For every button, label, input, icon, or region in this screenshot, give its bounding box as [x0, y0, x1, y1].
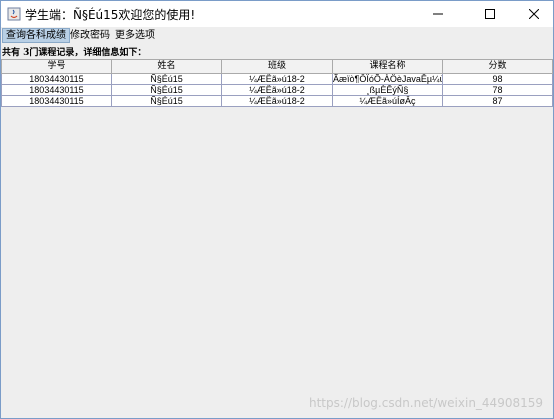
- cell-score[interactable]: 78: [443, 85, 553, 96]
- cell-class[interactable]: ¼ÆËã»ú18-2: [222, 96, 333, 107]
- menu-item-change-password[interactable]: 修改密码: [67, 28, 113, 43]
- record-summary: 共有 3门课程记录，详细信息如下：: [2, 48, 147, 58]
- table-row[interactable]: 18034430115 Ñ§Éú15 ¼ÆËã»ú18-2 Ãæïò¶ÔÏóÕ-…: [1, 74, 553, 85]
- cell-score[interactable]: 98: [443, 74, 553, 85]
- column-header-course[interactable]: 课程名称: [333, 59, 443, 74]
- cell-class[interactable]: ¼ÆËã»ú18-2: [222, 74, 333, 85]
- cell-course[interactable]: ¼ÆËã»úÍøÂç: [333, 96, 443, 107]
- cell-class[interactable]: ¼ÆËã»ú18-2: [222, 85, 333, 96]
- minimize-icon: [433, 13, 443, 15]
- column-header-class[interactable]: 班级: [222, 59, 333, 74]
- grades-table: 学号 姓名 班级 课程名称 分数 18034430115 Ñ§Éú15 ¼ÆËã…: [1, 59, 553, 107]
- column-header-name[interactable]: 姓名: [112, 59, 222, 74]
- title-bar[interactable]: 学生端：Ñ§Éú15欢迎您的使用!: [1, 1, 553, 27]
- minimize-button[interactable]: [415, 1, 461, 27]
- watermark-url: https://blog.csdn.net/weixin_44908159: [308, 396, 543, 410]
- table-row[interactable]: 18034430115 Ñ§Éú15 ¼ÆËã»ú18-2 ¼ÆËã»úÍøÂç…: [1, 96, 553, 107]
- menu-item-more-options[interactable]: 更多选项: [112, 28, 158, 43]
- cell-student-id[interactable]: 18034430115: [1, 96, 112, 107]
- window-title: 学生端：Ñ§Éú15欢迎您的使用!: [25, 8, 196, 22]
- cell-course[interactable]: Ãæïò¶ÔÏóÕ-ÀÖèJavaÊµ¼ù: [333, 74, 443, 85]
- menu-bar: 查询各科成绩 修改密码 更多选项: [1, 27, 553, 44]
- java-app-icon: [7, 7, 21, 21]
- table-header: 学号 姓名 班级 课程名称 分数: [1, 59, 553, 74]
- maximize-icon: [485, 9, 495, 19]
- table-row[interactable]: 18034430115 Ñ§Éú15 ¼ÆËã»ú18-2 ¸ßµÈÊýÑ§ 7…: [1, 85, 553, 96]
- close-button[interactable]: [511, 1, 554, 27]
- column-header-student-id[interactable]: 学号: [1, 59, 112, 74]
- app-window: 学生端：Ñ§Éú15欢迎您的使用! 查询各科成绩 修改密码 更多选项 共有 3门…: [0, 0, 554, 419]
- cell-name[interactable]: Ñ§Éú15: [112, 96, 222, 107]
- cell-score[interactable]: 87: [443, 96, 553, 107]
- cell-student-id[interactable]: 18034430115: [1, 74, 112, 85]
- close-icon: [529, 9, 539, 19]
- cell-student-id[interactable]: 18034430115: [1, 85, 112, 96]
- cell-name[interactable]: Ñ§Éú15: [112, 74, 222, 85]
- maximize-button[interactable]: [467, 1, 513, 27]
- cell-name[interactable]: Ñ§Éú15: [112, 85, 222, 96]
- column-header-score[interactable]: 分数: [443, 59, 553, 74]
- menu-item-query-grades[interactable]: 查询各科成绩: [2, 28, 70, 43]
- cell-course[interactable]: ¸ßµÈÊýÑ§: [333, 85, 443, 96]
